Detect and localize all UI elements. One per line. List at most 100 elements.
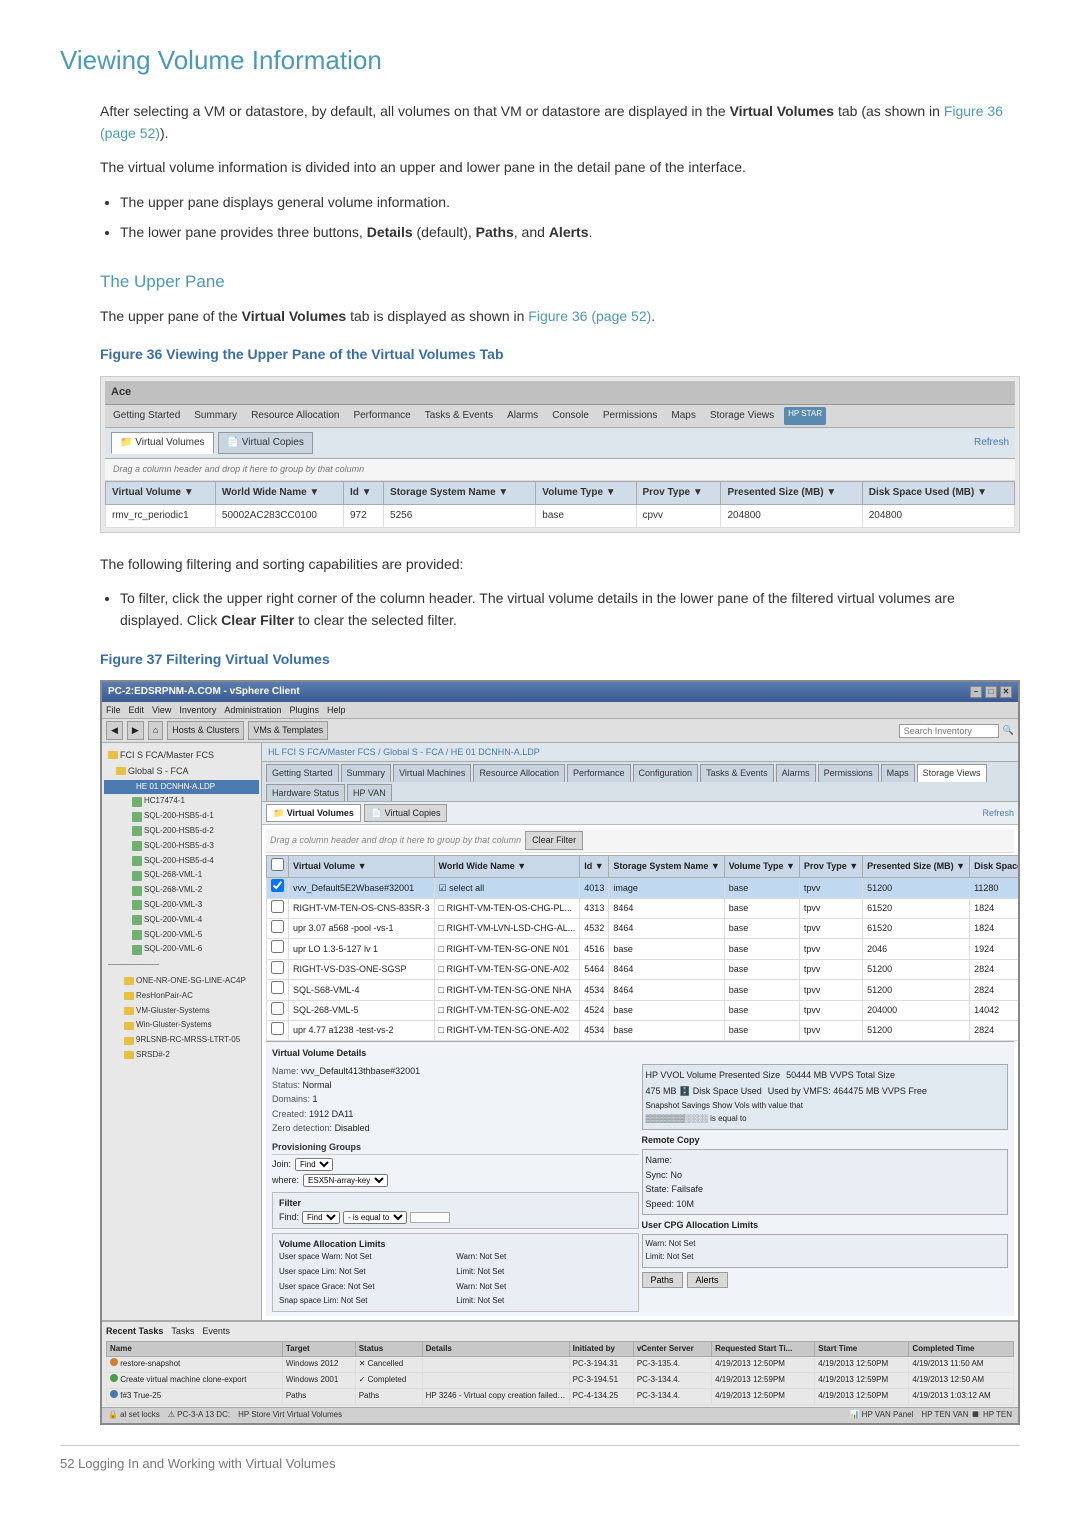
fig37-row-7[interactable]: upr 4.77 a1238 -test-vs-2 □ RIGHT-VM-TEN… bbox=[267, 1020, 1019, 1040]
fig37-clear-filter-button[interactable]: Clear Filter bbox=[525, 831, 583, 849]
fig37-tab-alarms[interactable]: Alarms bbox=[776, 764, 816, 781]
fig37-close-button[interactable]: ✕ bbox=[1000, 686, 1012, 698]
fig37-sidebar-vm3[interactable]: SQL-200-HSB5-d-2 bbox=[104, 824, 259, 839]
fig37-cell-cb-3[interactable] bbox=[267, 939, 289, 959]
fig37-sidebar-vm7[interactable]: SQL-268-VML-2 bbox=[104, 883, 259, 898]
fig37-tab-perms[interactable]: Permissions bbox=[818, 764, 879, 781]
fig36-col-type[interactable]: Volume Type ▼ bbox=[536, 481, 636, 504]
fig37-menu-edit[interactable]: Edit bbox=[129, 703, 145, 717]
fig37-sidebar-vm4[interactable]: SQL-200-HSB5-d-3 bbox=[104, 839, 259, 854]
fig37-sidebar-vm11[interactable]: SQL-200-VML-6 bbox=[104, 942, 259, 957]
fig37-hosts-clusters-button[interactable]: Hosts & Clusters bbox=[167, 721, 244, 739]
fig37-th-prov[interactable]: Prov Type ▼ bbox=[799, 855, 862, 877]
fig37-row-3[interactable]: upr LO 1.3-5-127 lv 1 □ RIGHT-VM-TEN-SG-… bbox=[267, 939, 1019, 959]
fig37-tab-hpvan[interactable]: HP VAN bbox=[347, 784, 392, 801]
fig37-row-1[interactable]: RIGHT-VM-TEN-OS-CNS-83SR-3 □ RIGHT-VM-TE… bbox=[267, 898, 1019, 918]
fig36-col-storage[interactable]: Storage System Name ▼ bbox=[384, 481, 536, 504]
fig37-sidebar-right6[interactable]: SRSD#-2 bbox=[104, 1048, 259, 1063]
fig37-tasks-th-req[interactable]: Requested Start Ti... bbox=[712, 1341, 815, 1357]
fig37-menu-help[interactable]: Help bbox=[327, 703, 346, 717]
fig37-th-checkbox[interactable] bbox=[267, 855, 289, 877]
fig37-tab-tasks[interactable]: Tasks & Events bbox=[700, 764, 774, 781]
fig36-nav-permissions[interactable]: Permissions bbox=[599, 407, 661, 425]
fig37-prov-join-select[interactable]: Find bbox=[295, 1158, 333, 1171]
fig37-sidebar-vm1[interactable]: HC17474-1 bbox=[104, 794, 259, 809]
fig37-tab-performance[interactable]: Performance bbox=[567, 764, 631, 781]
fig37-tasks-th-by[interactable]: Initiated by bbox=[569, 1341, 633, 1357]
fig37-tab-storage[interactable]: Storage Views bbox=[917, 764, 987, 781]
fig37-minimize-button[interactable]: – bbox=[970, 686, 982, 698]
fig37-cell-cb-2[interactable] bbox=[267, 918, 289, 938]
fig37-tab-summary[interactable]: Summary bbox=[341, 764, 392, 781]
fig37-events-tab[interactable]: Events bbox=[202, 1324, 230, 1338]
fig36-nav-storage[interactable]: Storage Views bbox=[706, 407, 778, 425]
fig36-tab-vcopies[interactable]: 📄 Virtual Copies bbox=[218, 432, 313, 454]
fig36-nav-console[interactable]: Console bbox=[548, 407, 593, 425]
fig37-tasks-th-details[interactable]: Details bbox=[422, 1341, 569, 1357]
fig37-search-input[interactable] bbox=[899, 724, 999, 738]
fig37-tasks-th-vcenter[interactable]: vCenter Server bbox=[633, 1341, 711, 1357]
fig37-menu-view[interactable]: View bbox=[152, 703, 171, 717]
fig37-row-4[interactable]: RIGHT-VS-D3S-ONE-SGSP □ RIGHT-VM-TEN-SG-… bbox=[267, 959, 1019, 979]
fig37-filter-value-input[interactable] bbox=[410, 1212, 450, 1223]
fig37-cell-cb-5[interactable] bbox=[267, 980, 289, 1000]
fig37-row-0[interactable]: vvv_Default5E2Wbase#32001 ☑ select all 4… bbox=[267, 878, 1019, 898]
fig36-nav-resource[interactable]: Resource Allocation bbox=[247, 407, 343, 425]
fig36-col-presented[interactable]: Presented Size (MB) ▼ bbox=[721, 481, 862, 504]
fig37-sidebar-vm9[interactable]: SQL-200-VML-4 bbox=[104, 913, 259, 928]
fig37-sidebar-host[interactable]: HE 01 DCNHN-A.LDP bbox=[104, 780, 259, 795]
fig37-th-type[interactable]: Volume Type ▼ bbox=[724, 855, 799, 877]
fig37-tab-config[interactable]: Configuration bbox=[633, 764, 699, 781]
fig36-tab-vvol[interactable]: 📁 Virtual Volumes bbox=[111, 432, 214, 454]
fig37-paths-button[interactable]: Paths bbox=[642, 1272, 683, 1288]
fig37-sidebar-vm8[interactable]: SQL-200-VML-3 bbox=[104, 898, 259, 913]
fig37-row-2[interactable]: upr 3.07 a568 -pool -vs-1 □ RIGHT-VM-LVN… bbox=[267, 918, 1019, 938]
fig37-sidebar-globalfca[interactable]: Global S - FCA bbox=[104, 763, 259, 779]
fig37-select-all-checkbox[interactable] bbox=[271, 858, 284, 871]
fig36-nav-alarms[interactable]: Alarms bbox=[503, 407, 542, 425]
fig36-nav-performance[interactable]: Performance bbox=[349, 407, 414, 425]
fig37-tasks-th-start[interactable]: Start Time bbox=[815, 1341, 909, 1357]
fig37-cell-cb-4[interactable] bbox=[267, 959, 289, 979]
fig37-menu-file[interactable]: File bbox=[106, 703, 121, 717]
fig37-tab-maps[interactable]: Maps bbox=[881, 764, 915, 781]
fig37-tasks-th-complete[interactable]: Completed Time bbox=[909, 1341, 1014, 1357]
fig37-cell-cb-7[interactable] bbox=[267, 1020, 289, 1040]
fig37-sidebar-vm10[interactable]: SQL-200-VML-5 bbox=[104, 928, 259, 943]
fig37-maximize-button[interactable]: □ bbox=[985, 686, 997, 698]
fig37-row-5[interactable]: SQL-S68-VML-4 □ RIGHT-VM-TEN-SG-ONE NHA … bbox=[267, 980, 1019, 1000]
fig37-tasks-th-target[interactable]: Target bbox=[282, 1341, 355, 1357]
fig36-col-vv[interactable]: Virtual Volume ▼ bbox=[106, 481, 216, 504]
fig37-vms-templates-button[interactable]: VMs & Templates bbox=[248, 721, 328, 739]
fig37-subtab-vcopies[interactable]: 📄 Virtual Copies bbox=[364, 804, 448, 822]
fig37-tasks-th-name[interactable]: Name bbox=[107, 1341, 283, 1357]
fig37-prov-where-select[interactable]: ESX5N-array-key bbox=[303, 1174, 388, 1187]
fig37-tasks-tab[interactable]: Tasks bbox=[171, 1324, 194, 1338]
fig36-col-prov[interactable]: Prov Type ▼ bbox=[636, 481, 721, 504]
fig37-tab-hardware[interactable]: Hardware Status bbox=[266, 784, 345, 801]
fig36-refresh-button[interactable]: Refresh bbox=[974, 435, 1009, 451]
fig37-sidebar-right4[interactable]: Win-Gluster-Systems bbox=[104, 1018, 259, 1033]
fig36-nav-tasks[interactable]: Tasks & Events bbox=[421, 407, 497, 425]
fig37-filter-find-select[interactable]: Find bbox=[302, 1211, 340, 1224]
fig36-col-used[interactable]: Disk Space Used (MB) ▼ bbox=[862, 481, 1014, 504]
fig36-nav-maps[interactable]: Maps bbox=[667, 407, 699, 425]
fig37-menu-admin[interactable]: Administration bbox=[224, 703, 281, 717]
fig36-nav-summary[interactable]: Summary bbox=[190, 407, 241, 425]
fig37-subtab-vvol[interactable]: 📁 Virtual Volumes bbox=[266, 804, 361, 822]
fig36-link-2[interactable]: Figure 36 (page 52) bbox=[528, 308, 651, 324]
fig36-col-wwn[interactable]: World Wide Name ▼ bbox=[215, 481, 343, 504]
fig37-search-icon[interactable]: 🔍 bbox=[1003, 723, 1014, 737]
fig37-sidebar-right5[interactable]: 9RLSNB-RC-MRSS-LTRT-05 bbox=[104, 1033, 259, 1048]
fig37-sidebar-right2[interactable]: ResHonPair-AC bbox=[104, 989, 259, 1004]
fig37-cell-cb-6[interactable] bbox=[267, 1000, 289, 1020]
fig36-col-id[interactable]: Id ▼ bbox=[343, 481, 383, 504]
fig37-th-used[interactable]: Disk Space Used (MB) ▼ bbox=[970, 855, 1018, 877]
fig37-sidebar-right3[interactable]: VM-Gluster-Systems bbox=[104, 1004, 259, 1019]
fig37-home-button[interactable]: ⌂ bbox=[148, 721, 163, 739]
fig37-cell-cb-0[interactable] bbox=[267, 878, 289, 898]
fig37-tasks-th-status[interactable]: Status bbox=[355, 1341, 422, 1357]
fig37-filter-equal-select[interactable]: - is equal to bbox=[343, 1211, 407, 1224]
fig37-th-presented[interactable]: Presented Size (MB) ▼ bbox=[863, 855, 970, 877]
fig37-menu-plugins[interactable]: Plugins bbox=[289, 703, 319, 717]
